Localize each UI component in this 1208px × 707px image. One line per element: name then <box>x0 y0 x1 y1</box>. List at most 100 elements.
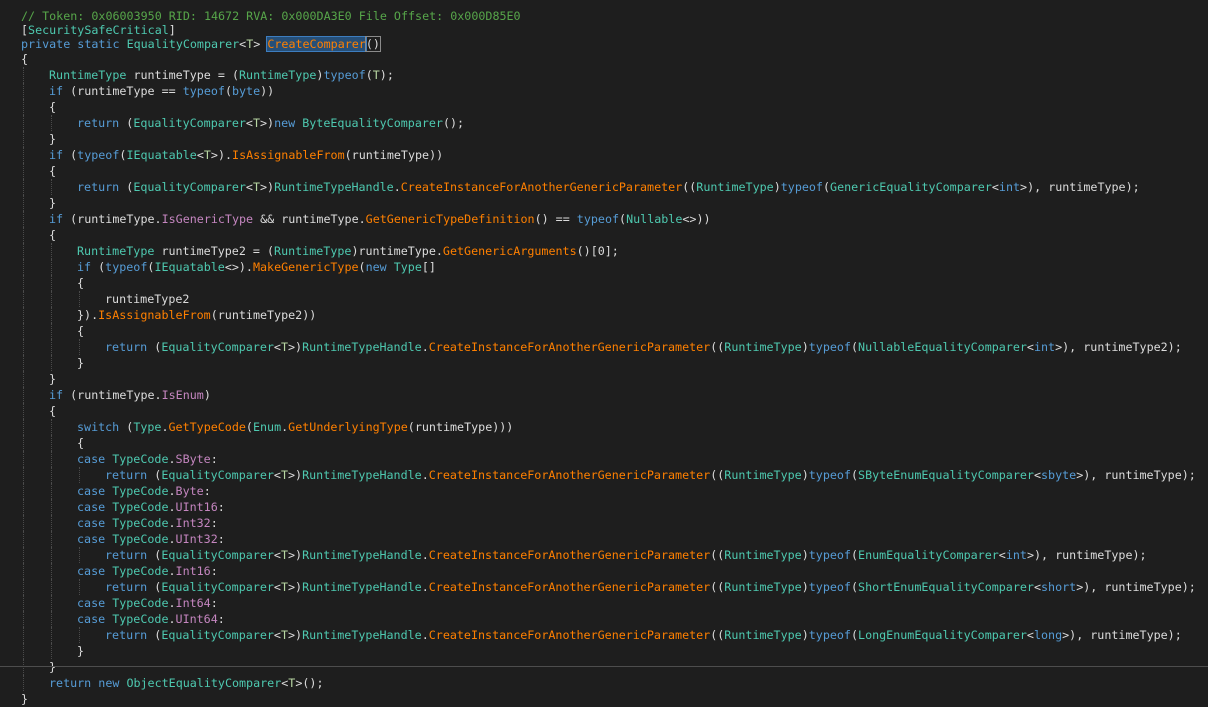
code-line[interactable]: runtimeType2 <box>0 291 1208 307</box>
code-editor[interactable]: // Token: 0x06003950 RID: 14672 RVA: 0x0… <box>0 9 1208 707</box>
indent-guide <box>23 355 24 371</box>
code-line[interactable]: } <box>0 355 1208 371</box>
code-token: case <box>77 532 113 546</box>
code-token: >) <box>288 468 303 482</box>
code-line[interactable]: return (EqualityComparer<T>)RuntimeTypeH… <box>0 339 1208 355</box>
code-line[interactable]: } <box>0 643 1208 659</box>
code-line[interactable]: { <box>0 435 1208 451</box>
code-token: <>). <box>224 260 253 274</box>
code-token: } <box>21 692 29 706</box>
code-token: RuntimeTypeHandle <box>302 468 422 482</box>
code-token: < <box>245 180 253 194</box>
code-token: T <box>280 468 288 482</box>
code-token: TypeCode <box>112 596 169 610</box>
code-line[interactable]: return new ObjectEqualityComparer<T>(); <box>0 675 1208 691</box>
code-line[interactable]: [SecuritySafeCritical] <box>0 23 1208 37</box>
code-line[interactable]: { <box>0 275 1208 291</box>
code-line[interactable]: case TypeCode.UInt64: <box>0 611 1208 627</box>
code-token: Type <box>393 260 422 274</box>
code-token: T <box>280 628 288 642</box>
code-line[interactable]: case TypeCode.Byte: <box>0 483 1208 499</box>
code-line[interactable]: switch (Type.GetTypeCode(Enum.GetUnderly… <box>0 419 1208 435</box>
code-line[interactable]: case TypeCode.SByte: <box>0 451 1208 467</box>
code-token: ( <box>850 340 859 354</box>
code-line[interactable]: case TypeCode.Int64: <box>0 595 1208 611</box>
code-line[interactable]: if (runtimeType.IsGenericType && runtime… <box>0 211 1208 227</box>
code-line[interactable]: case TypeCode.UInt16: <box>0 499 1208 515</box>
code-text: return (EqualityComparer<T>)RuntimeTypeH… <box>105 339 1182 355</box>
code-token: ( <box>850 548 859 562</box>
code-token: (runtimeType))) <box>407 420 514 434</box>
code-line[interactable]: { <box>0 51 1208 67</box>
indent-guide <box>23 403 24 419</box>
indent-guide <box>23 611 24 627</box>
code-line[interactable]: } <box>0 195 1208 211</box>
code-token: < <box>273 340 281 354</box>
code-token: : <box>217 612 225 626</box>
code-line[interactable]: return (EqualityComparer<T>)RuntimeTypeH… <box>0 579 1208 595</box>
code-line[interactable]: case TypeCode.Int16: <box>0 563 1208 579</box>
code-line[interactable]: if (runtimeType == typeof(byte)) <box>0 83 1208 99</box>
code-token: T <box>280 340 288 354</box>
code-token: TypeCode <box>112 500 169 514</box>
code-token: ( <box>63 148 78 162</box>
code-line[interactable]: return (EqualityComparer<T>)RuntimeTypeH… <box>0 467 1208 483</box>
code-line[interactable]: }).IsAssignableFrom(runtimeType2)) <box>0 307 1208 323</box>
code-line[interactable]: } <box>0 691 1208 707</box>
code-token: ) <box>773 180 781 194</box>
code-line[interactable]: return (EqualityComparer<T>)RuntimeTypeH… <box>0 627 1208 643</box>
code-line[interactable]: private static EqualityComparer<T> Creat… <box>0 36 1208 52</box>
indent-guide <box>79 627 80 643</box>
code-line[interactable]: case TypeCode.UInt32: <box>0 531 1208 547</box>
indent-guide <box>51 339 52 355</box>
code-token: : <box>217 500 225 514</box>
code-line[interactable]: RuntimeType runtimeType = (RuntimeType)t… <box>0 67 1208 83</box>
code-token: EnumEqualityComparer <box>858 548 999 562</box>
code-line[interactable]: { <box>0 227 1208 243</box>
code-token: )runtimeType. <box>351 244 443 258</box>
code-text: case TypeCode.SByte: <box>77 451 218 467</box>
code-token: ) <box>203 388 211 402</box>
code-token: typeof <box>808 580 851 594</box>
code-text: } <box>49 131 56 147</box>
code-line[interactable]: { <box>0 163 1208 179</box>
code-token: new <box>274 116 303 130</box>
code-token: )) <box>260 84 275 98</box>
code-token: ) <box>801 628 809 642</box>
code-text: return (EqualityComparer<T>)RuntimeTypeH… <box>105 579 1196 595</box>
code-token: return <box>105 468 148 482</box>
code-token: typeof <box>808 628 851 642</box>
code-token: : <box>210 564 218 578</box>
code-line[interactable]: { <box>0 403 1208 419</box>
code-token: } <box>77 356 85 370</box>
code-line[interactable]: } <box>0 659 1208 675</box>
code-token: } <box>77 644 85 658</box>
code-line[interactable]: } <box>0 131 1208 147</box>
code-line[interactable]: if (typeof(IEquatable<T>).IsAssignableFr… <box>0 147 1208 163</box>
code-line[interactable]: case TypeCode.Int32: <box>0 515 1208 531</box>
code-token: return <box>105 340 148 354</box>
code-line[interactable]: if (typeof(IEquatable<>).MakeGenericType… <box>0 259 1208 275</box>
code-line[interactable]: } <box>0 371 1208 387</box>
code-line[interactable]: RuntimeType runtimeType2 = (RuntimeType)… <box>0 243 1208 259</box>
code-token: CreateInstanceForAnotherGenericParameter <box>428 548 711 562</box>
indent-guide <box>23 451 24 467</box>
code-line[interactable]: return (EqualityComparer<T>)RuntimeTypeH… <box>0 179 1208 195</box>
code-line[interactable]: // Token: 0x06003950 RID: 14672 RVA: 0x0… <box>0 9 1208 23</box>
indent-guide <box>23 627 24 643</box>
code-token: (( <box>710 580 725 594</box>
indent-guide <box>23 659 24 675</box>
indent-guide <box>51 323 52 339</box>
code-token: TypeCode <box>112 564 169 578</box>
code-line[interactable]: return (EqualityComparer<T>)RuntimeTypeH… <box>0 547 1208 563</box>
code-token: ShortEnumEqualityComparer <box>858 580 1034 594</box>
code-line[interactable]: return (EqualityComparer<T>)new ByteEqua… <box>0 115 1208 131</box>
code-token: return <box>49 676 92 690</box>
code-token: . <box>168 532 176 546</box>
code-token: typeof <box>808 468 851 482</box>
code-line[interactable]: if (runtimeType.IsEnum) <box>0 387 1208 403</box>
code-token: int <box>1033 340 1056 354</box>
code-line[interactable]: { <box>0 99 1208 115</box>
indent-guide <box>51 531 52 547</box>
code-line[interactable]: { <box>0 323 1208 339</box>
